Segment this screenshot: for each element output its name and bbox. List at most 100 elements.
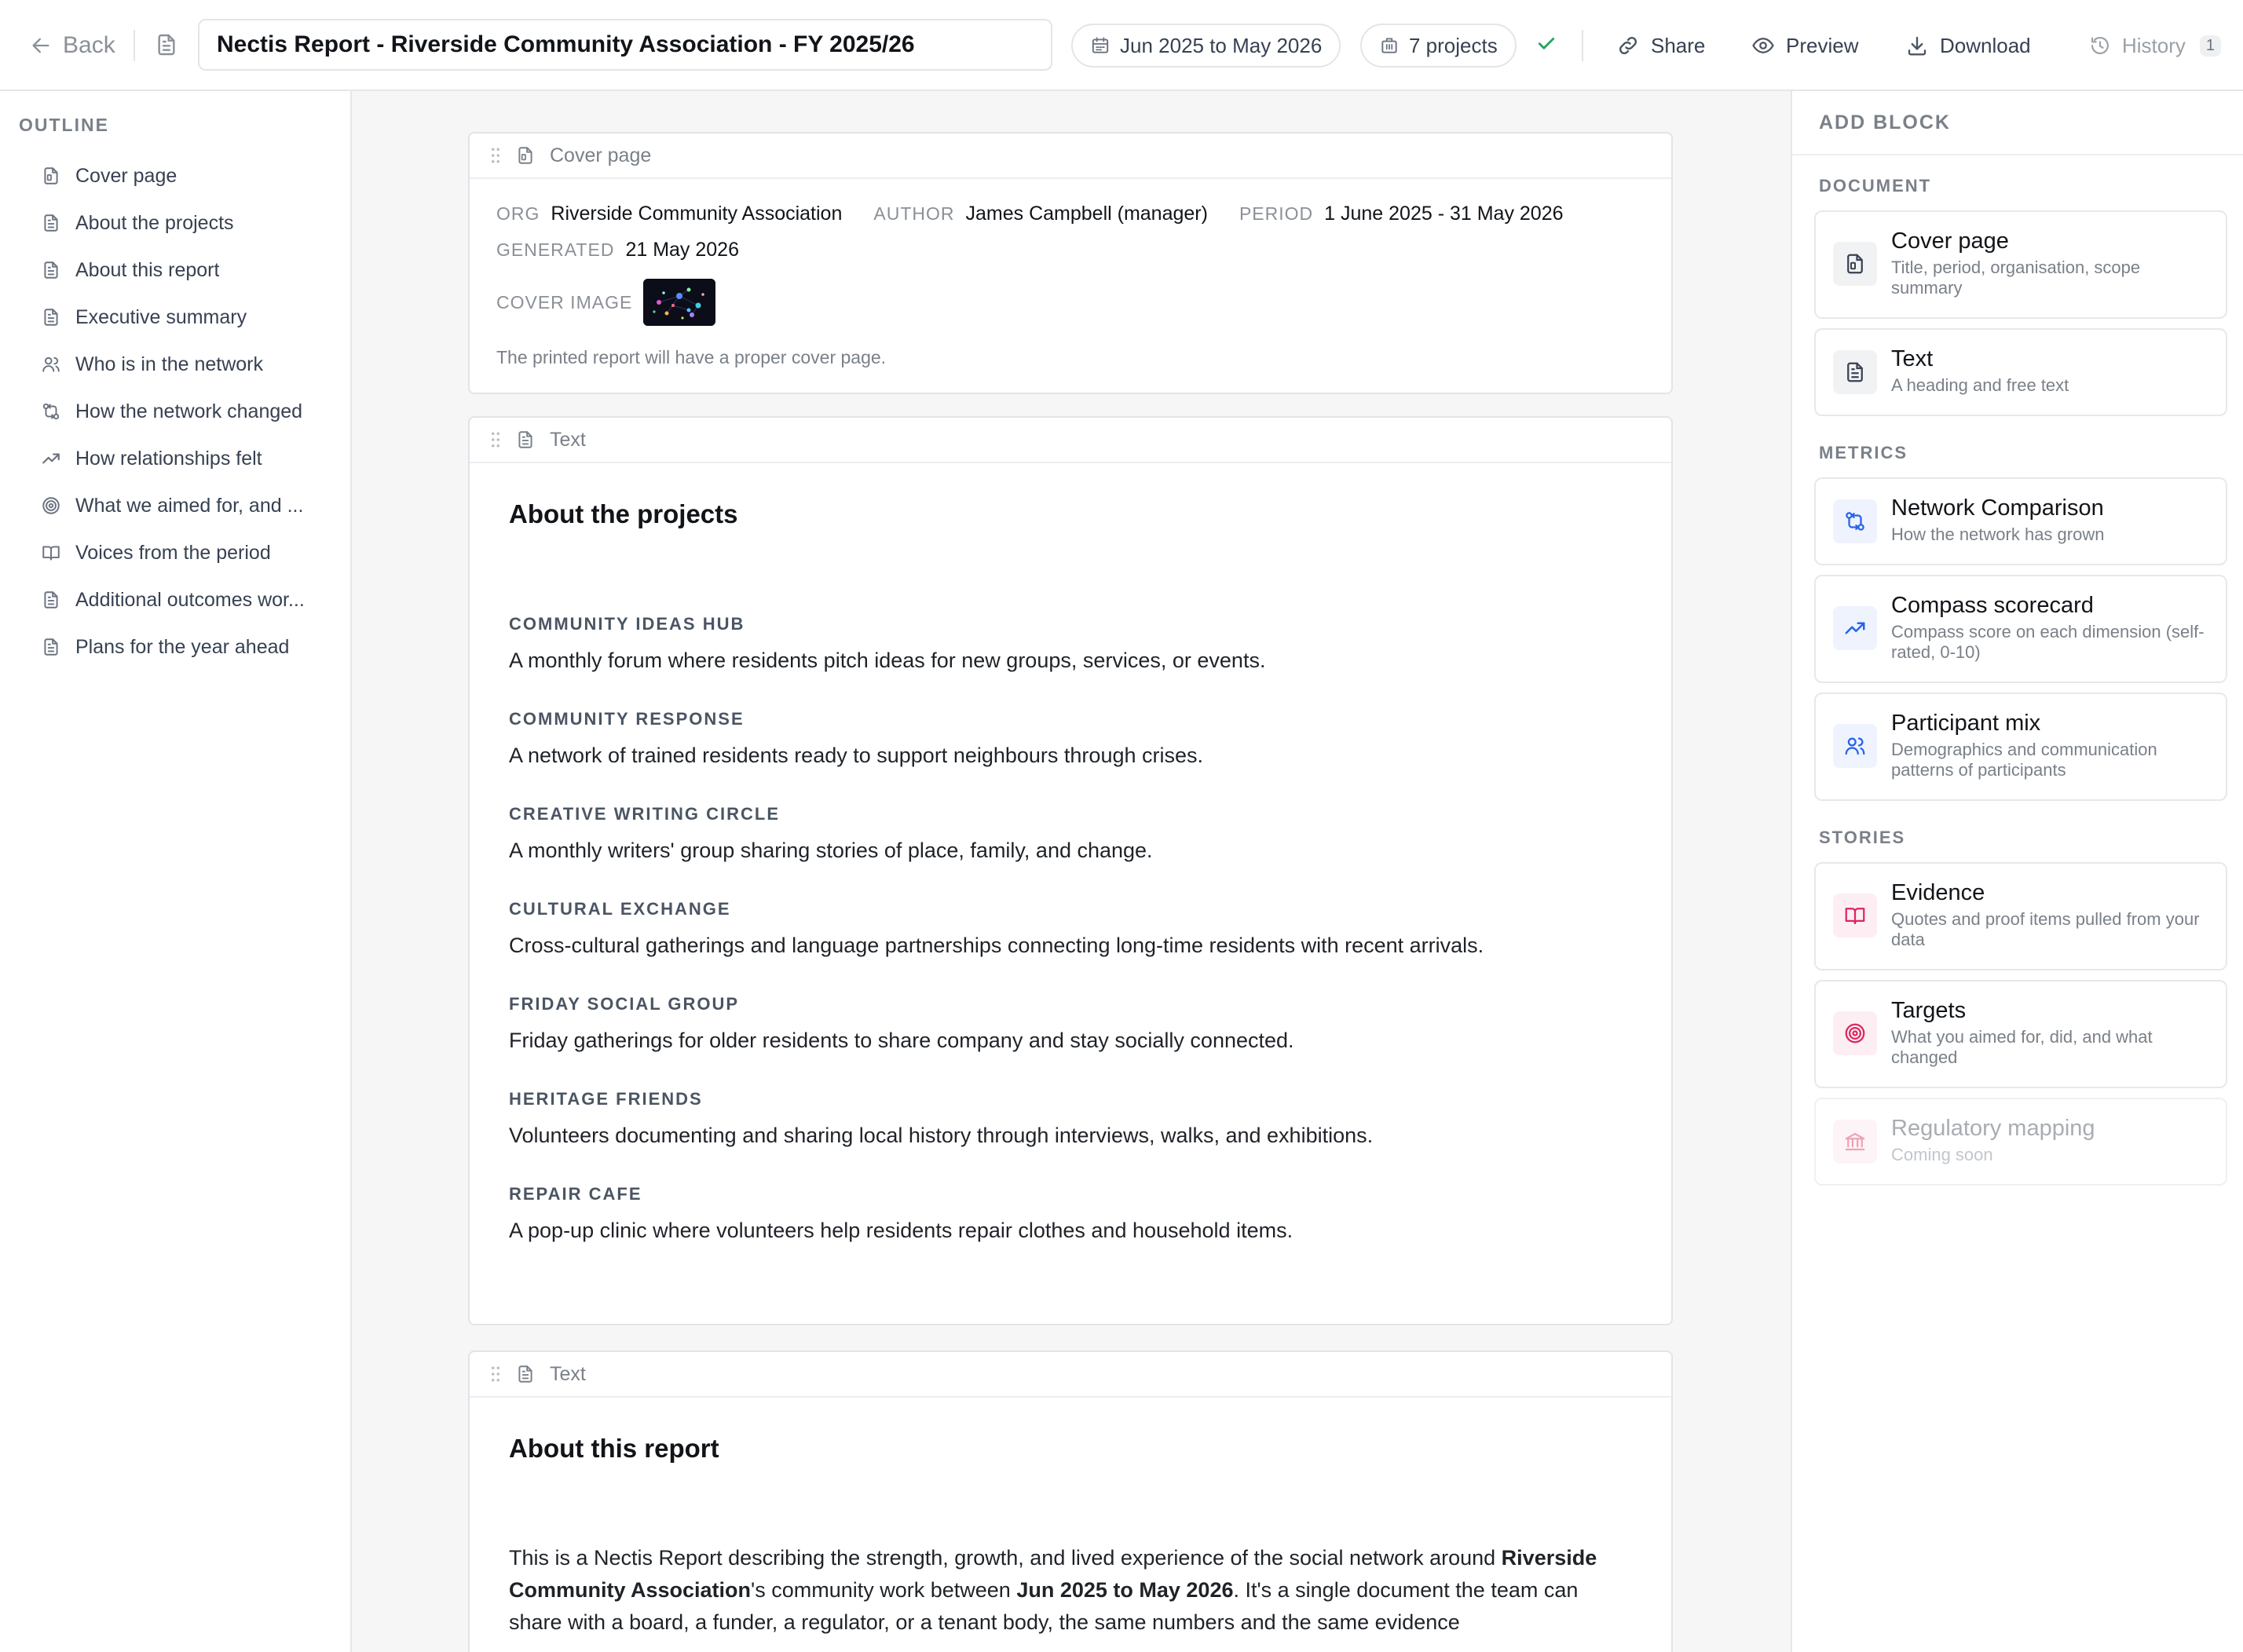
block-content[interactable]: About the projects COMMUNITY IDEAS HUB A… (470, 499, 1671, 1243)
download-icon (1908, 36, 1926, 56)
section-label-document: DOCUMENT (1819, 176, 1932, 196)
people-icon (41, 354, 61, 375)
cover-fields: ORG Riverside Community Association AUTH… (470, 179, 1671, 368)
block-name: Targets (1891, 998, 1967, 1023)
people-icon (1833, 724, 1877, 768)
top-bar: Back Jun 2025 to May 2026 7 projects Sha… (0, 0, 2243, 91)
network-compare-icon (41, 401, 61, 422)
add-text-block[interactable]: Text A heading and free text (1814, 328, 2227, 416)
history-label: History (2122, 33, 2186, 57)
project-description: A network of trained residents ready to … (509, 744, 1203, 767)
cover-doc-icon (1833, 242, 1877, 286)
about-report-block[interactable]: Text About this report This is a Nectis … (468, 1350, 1673, 1652)
outline-item-label: How the network changed (75, 400, 303, 422)
section-label-metrics: METRICS (1819, 443, 1908, 462)
section-heading: About the projects (509, 499, 738, 528)
block-name: Cover page (1891, 228, 2009, 254)
outline-item-label: About this report (75, 258, 220, 281)
project-name: REPAIR CAFE (509, 1184, 642, 1204)
project-name: FRIDAY SOCIAL GROUP (509, 994, 740, 1014)
outline-item-about-report[interactable]: About this report (41, 247, 339, 294)
drag-handle-icon[interactable] (490, 431, 501, 448)
network-compare-icon (1833, 499, 1877, 543)
outline-item-about-projects[interactable]: About the projects (41, 199, 339, 247)
outline-item-label: Additional outcomes wor... (75, 588, 305, 611)
drag-handle-icon[interactable] (490, 1365, 501, 1383)
block-description: Coming soon (1891, 1145, 1993, 1164)
report-paragraph: This is a Nectis Report describing the s… (509, 1542, 1632, 1639)
outline-item-plans[interactable]: Plans for the year ahead (41, 623, 339, 671)
add-evidence-block[interactable]: Evidence Quotes and proof items pulled f… (1814, 862, 2227, 970)
history-button[interactable]: History 1 (2089, 27, 2222, 64)
add-cover-page-block[interactable]: Cover page Title, period, organisation, … (1814, 210, 2227, 319)
preview-label: Preview (1786, 33, 1859, 57)
back-button[interactable]: Back (30, 27, 115, 64)
outline-item-label: Voices from the period (75, 541, 271, 564)
outline-item-aimed-for[interactable]: What we aimed for, and ... (41, 482, 339, 529)
share-button[interactable]: Share (1616, 27, 1705, 64)
project-description: Cross-cultural gatherings and language p… (509, 934, 1484, 957)
block-description: How the network has grown (1891, 524, 2105, 544)
block-description: Quotes and proof items pulled from your … (1891, 909, 2200, 949)
document-icon (154, 31, 179, 58)
add-participant-mix-block[interactable]: Participant mix Demographics and communi… (1814, 693, 2227, 801)
outline-item-label: How relationships felt (75, 447, 262, 470)
outline-item-network-changed[interactable]: How the network changed (41, 388, 339, 435)
book-icon (41, 543, 61, 563)
drag-handle-icon[interactable] (490, 147, 501, 164)
preview-button[interactable]: Preview (1751, 27, 1858, 64)
saved-check-icon (1535, 31, 1558, 55)
generated-label: GENERATED (496, 239, 615, 260)
project-description: A monthly forum where residents pitch id… (509, 649, 1266, 672)
block-header: Cover page (470, 133, 1671, 179)
outline-item-who-in-network[interactable]: Who is in the network (41, 341, 339, 388)
divider (1582, 30, 1583, 61)
project-description: A monthly writers' group sharing stories… (509, 839, 1153, 862)
outline-item-relationships-felt[interactable]: How relationships felt (41, 435, 339, 482)
cover-image-label: COVER IMAGE (496, 291, 633, 312)
cover-doc-icon (515, 145, 536, 166)
outline-item-label: What we aimed for, and ... (75, 494, 304, 517)
add-regulatory-mapping-block: Regulatory mapping Coming soon (1814, 1098, 2227, 1186)
outline-item-additional-outcomes[interactable]: Additional outcomes wor... (41, 576, 339, 623)
project-name: CULTURAL EXCHANGE (509, 899, 731, 919)
block-description: Demographics and communication patterns … (1891, 740, 2157, 780)
outline-item-executive-summary[interactable]: Executive summary (41, 294, 339, 341)
projects-label: 7 projects (1409, 33, 1498, 57)
report-title-input[interactable] (198, 19, 1052, 71)
paragraph-text: 's community work between (751, 1578, 1017, 1602)
add-compass-scorecard-block[interactable]: Compass scorecard Compass score on each … (1814, 575, 2227, 683)
book-icon (1833, 894, 1877, 937)
outline-item-label: Cover page (75, 164, 177, 187)
document-icon (41, 307, 61, 327)
add-targets-block[interactable]: Targets What you aimed for, did, and wha… (1814, 980, 2227, 1088)
add-network-comparison-block[interactable]: Network Comparison How the network has g… (1814, 477, 2227, 565)
block-content[interactable]: About this report This is a Nectis Repor… (470, 1434, 1671, 1639)
outline-item-voices[interactable]: Voices from the period (41, 529, 339, 576)
paragraph-text: This is a Nectis Report describing the s… (509, 1546, 1502, 1570)
author-value: James Campbell (manager) (965, 203, 1208, 225)
download-label: Download (1940, 33, 2031, 57)
outline-item-label: About the projects (75, 211, 234, 234)
period-picker[interactable]: Jun 2025 to May 2026 (1071, 24, 1341, 68)
cover-image-thumbnail[interactable] (643, 279, 716, 326)
project-description: Volunteers documenting and sharing local… (509, 1124, 1374, 1147)
project-description: Friday gatherings for older residents to… (509, 1029, 1294, 1052)
block-description: What you aimed for, did, and what change… (1891, 1027, 2153, 1067)
document-icon (515, 1364, 536, 1384)
project-name: COMMUNITY RESPONSE (509, 709, 745, 729)
project-name: COMMUNITY IDEAS HUB (509, 614, 745, 634)
block-name: Compass scorecard (1891, 593, 2094, 618)
download-button[interactable]: Download (1905, 27, 2031, 64)
report-canvas: Cover page ORG Riverside Community Assoc… (353, 91, 1791, 1652)
document-icon (41, 590, 61, 610)
period-value: 1 June 2025 - 31 May 2026 (1324, 203, 1564, 225)
cover-page-block[interactable]: Cover page ORG Riverside Community Assoc… (468, 132, 1673, 394)
projects-picker[interactable]: 7 projects (1360, 24, 1517, 68)
back-label: Back (63, 32, 115, 58)
about-projects-block[interactable]: Text About the projects COMMUNITY IDEAS … (468, 416, 1673, 1325)
bank-icon (1833, 1120, 1877, 1164)
author-label: AUTHOR (873, 203, 955, 224)
building-icon (1381, 38, 1397, 53)
outline-item-cover-page[interactable]: Cover page (41, 152, 339, 199)
